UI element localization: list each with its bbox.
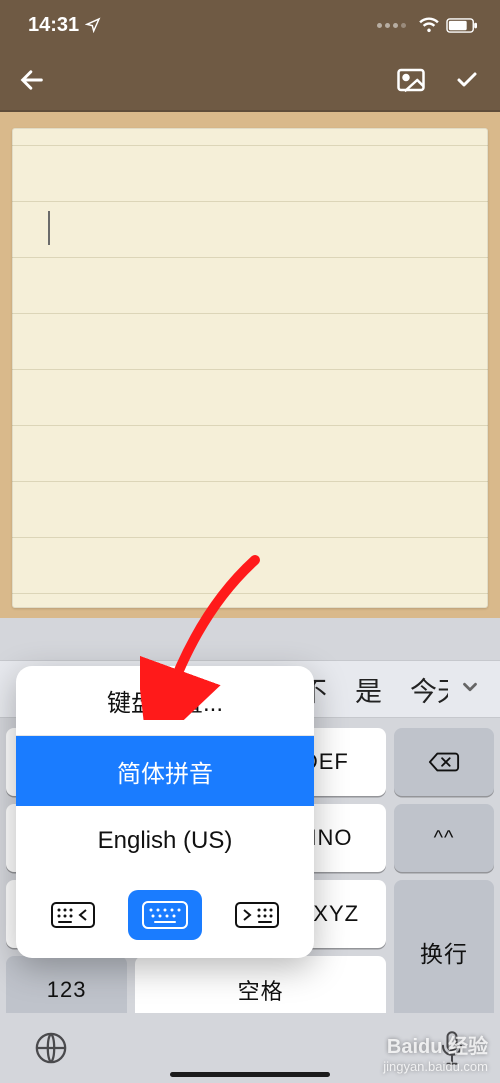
status-bar: 14:31 <box>0 0 500 50</box>
keyboard-full-icon <box>140 899 190 931</box>
back-icon[interactable] <box>18 66 46 94</box>
status-time: 14:31 <box>28 14 79 37</box>
keyboard-settings-option[interactable]: 键盘设置... <box>16 666 314 736</box>
watermark-brand: Baidu 经验 <box>383 1035 488 1059</box>
app-toolbar <box>0 50 500 112</box>
layout-right-button[interactable] <box>220 890 294 940</box>
candidate-item[interactable]: 今天 <box>399 670 448 709</box>
wifi-icon <box>418 17 440 33</box>
image-icon[interactable] <box>396 67 426 93</box>
return-key[interactable]: 换行 <box>394 880 494 1024</box>
text-cursor <box>48 211 50 245</box>
location-icon <box>85 17 101 33</box>
cellular-icon <box>377 23 406 28</box>
backspace-icon <box>428 750 460 774</box>
note-editor[interactable] <box>12 128 488 608</box>
keyboard-switcher-popup: 键盘设置... 简体拼音 English (US) <box>16 666 314 958</box>
layout-left-button[interactable] <box>36 890 110 940</box>
layout-full-button[interactable] <box>128 890 202 940</box>
candidate-item[interactable]: 是 <box>344 670 393 709</box>
keyboard-left-icon <box>49 900 97 930</box>
watermark-url: jingyan.baidu.com <box>383 1059 488 1075</box>
collapse-candidates-button[interactable] <box>448 674 492 705</box>
confirm-icon[interactable] <box>452 68 482 92</box>
key-emoji[interactable]: ^^ <box>394 804 494 872</box>
keyboard-option-pinyin[interactable]: 简体拼音 <box>16 736 314 806</box>
battery-icon <box>446 18 478 33</box>
watermark: Baidu 经验 jingyan.baidu.com <box>383 1035 488 1075</box>
backspace-key[interactable] <box>394 728 494 796</box>
keyboard-right-icon <box>233 900 281 930</box>
globe-icon[interactable] <box>34 1031 68 1065</box>
home-indicator[interactable] <box>170 1072 330 1077</box>
keyboard-option-english[interactable]: English (US) <box>16 806 314 876</box>
chevron-down-icon <box>459 676 481 698</box>
note-background <box>0 112 500 618</box>
